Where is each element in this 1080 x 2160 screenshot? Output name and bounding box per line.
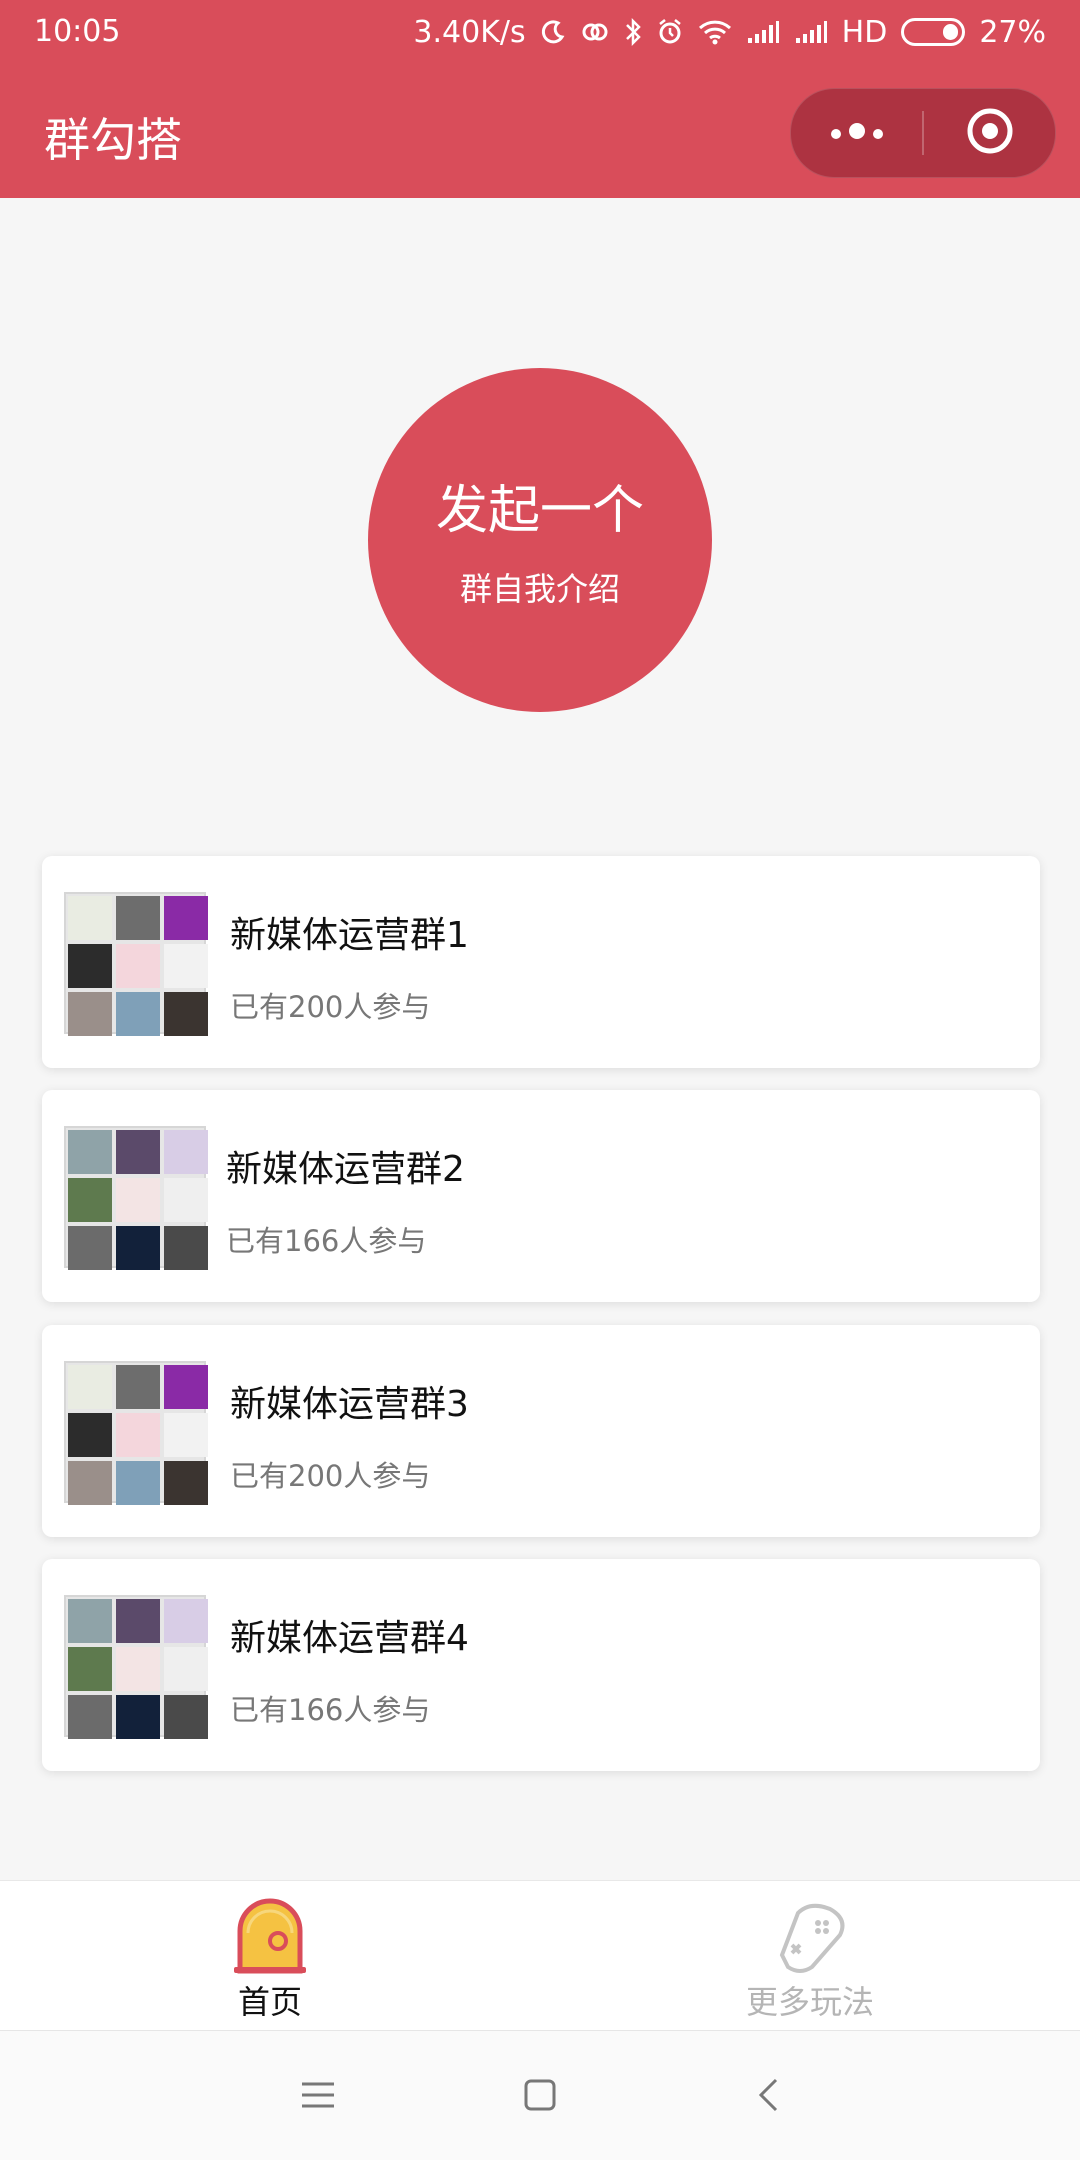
group-count: 已有200人参与 (230, 990, 431, 1024)
signal-icon (794, 15, 828, 49)
group-count: 已有200人参与 (230, 1459, 431, 1493)
avatar (116, 1178, 160, 1222)
avatar (164, 992, 208, 1036)
home-bell-icon (230, 1895, 310, 1975)
group-avatar-grid (64, 1595, 208, 1739)
avatar (116, 1365, 160, 1409)
group-avatar-grid (64, 892, 208, 1036)
avatar (68, 1130, 112, 1174)
avatar (68, 944, 112, 988)
avatar (68, 992, 112, 1036)
status-right: 3.40K/s HD 27% (413, 10, 1046, 54)
hero-subtitle: 群自我介绍 (459, 570, 620, 608)
avatar (116, 1461, 160, 1505)
group-count: 已有166人参与 (226, 1224, 427, 1258)
gamepad-icon (770, 1895, 850, 1975)
header: 10:05 3.40K/s HD 27% 群勾搭 (0, 0, 1080, 198)
battery-percent: 27% (979, 14, 1046, 50)
status-time: 10:05 (34, 14, 121, 49)
avatar (68, 1647, 112, 1691)
avatar (116, 1226, 160, 1270)
avatar (164, 1178, 208, 1222)
group-avatar-grid (64, 1126, 208, 1270)
avatar (164, 1365, 208, 1409)
group-card[interactable]: 新媒体运营群2 已有166人参与 (42, 1090, 1040, 1302)
avatar (164, 1647, 208, 1691)
group-name: 新媒体运营群4 (230, 1618, 469, 1659)
group-count: 已有166人参与 (230, 1693, 431, 1727)
avatar (164, 944, 208, 988)
tab-more-games[interactable]: 更多玩法 (540, 1881, 1080, 2031)
avatar (164, 1695, 208, 1739)
status-bar: 10:05 3.40K/s HD 27% (0, 0, 1080, 64)
back-button[interactable] (738, 2067, 798, 2127)
avatar (68, 1599, 112, 1643)
avatar (116, 1647, 160, 1691)
avatar (164, 1461, 208, 1505)
system-nav-bar (0, 2030, 1080, 2160)
avatar (116, 896, 160, 940)
tab-home[interactable]: 首页 (0, 1881, 540, 2031)
avatar (68, 1178, 112, 1222)
avatar (116, 1413, 160, 1457)
group-name: 新媒体运营群3 (230, 1384, 469, 1425)
wifi-icon (698, 15, 732, 49)
tab-home-label: 首页 (237, 1983, 302, 2021)
screen: 10:05 3.40K/s HD 27% 群勾搭 发起一个 群自我介绍 新媒体运… (0, 0, 1080, 2160)
group-card[interactable]: 新媒体运营群1 已有200人参与 (42, 856, 1040, 1068)
target-close-icon (965, 106, 1015, 160)
hero-title: 发起一个 (435, 481, 644, 541)
group-avatar-grid (64, 1361, 208, 1505)
moon-icon (540, 15, 566, 49)
group-name: 新媒体运营群1 (230, 915, 469, 956)
tab-more-label: 更多玩法 (745, 1983, 874, 2021)
avatar (116, 1130, 160, 1174)
more-dots-icon (827, 123, 887, 143)
signal-icon (746, 15, 780, 49)
home-square-icon (523, 2078, 557, 2116)
back-icon (756, 2077, 780, 2117)
avatar (164, 1130, 208, 1174)
avatar (116, 992, 160, 1036)
mini-program-capsule (790, 88, 1056, 178)
avatar (68, 1461, 112, 1505)
app-title: 群勾搭 (44, 113, 182, 167)
group-card[interactable]: 新媒体运营群4 已有166人参与 (42, 1559, 1040, 1771)
avatar (164, 896, 208, 940)
network-type: HD (841, 14, 888, 50)
avatar (68, 1695, 112, 1739)
close-button[interactable] (924, 89, 1055, 177)
recent-apps-button[interactable] (288, 2067, 348, 2127)
network-speed: 3.40K/s (413, 14, 526, 50)
bluetooth-icon (624, 15, 642, 49)
home-button[interactable] (510, 2067, 570, 2127)
battery-fill (943, 24, 959, 40)
avatar (116, 1695, 160, 1739)
group-name: 新媒体运营群2 (226, 1149, 465, 1190)
group-card[interactable]: 新媒体运营群3 已有200人参与 (42, 1325, 1040, 1537)
avatar (68, 1226, 112, 1270)
link-icon (580, 15, 610, 49)
avatar (68, 896, 112, 940)
avatar (164, 1226, 208, 1270)
battery-icon (901, 18, 966, 46)
avatar (68, 1413, 112, 1457)
start-intro-button[interactable]: 发起一个 群自我介绍 (368, 368, 712, 712)
avatar (164, 1413, 208, 1457)
alarm-icon (656, 15, 684, 49)
tab-bar: 首页 更多玩法 (0, 1880, 1080, 2031)
avatar (116, 1599, 160, 1643)
avatar (164, 1599, 208, 1643)
avatar (116, 944, 160, 988)
avatar (68, 1365, 112, 1409)
menu-icon (300, 2081, 336, 2113)
more-button[interactable] (791, 89, 922, 177)
